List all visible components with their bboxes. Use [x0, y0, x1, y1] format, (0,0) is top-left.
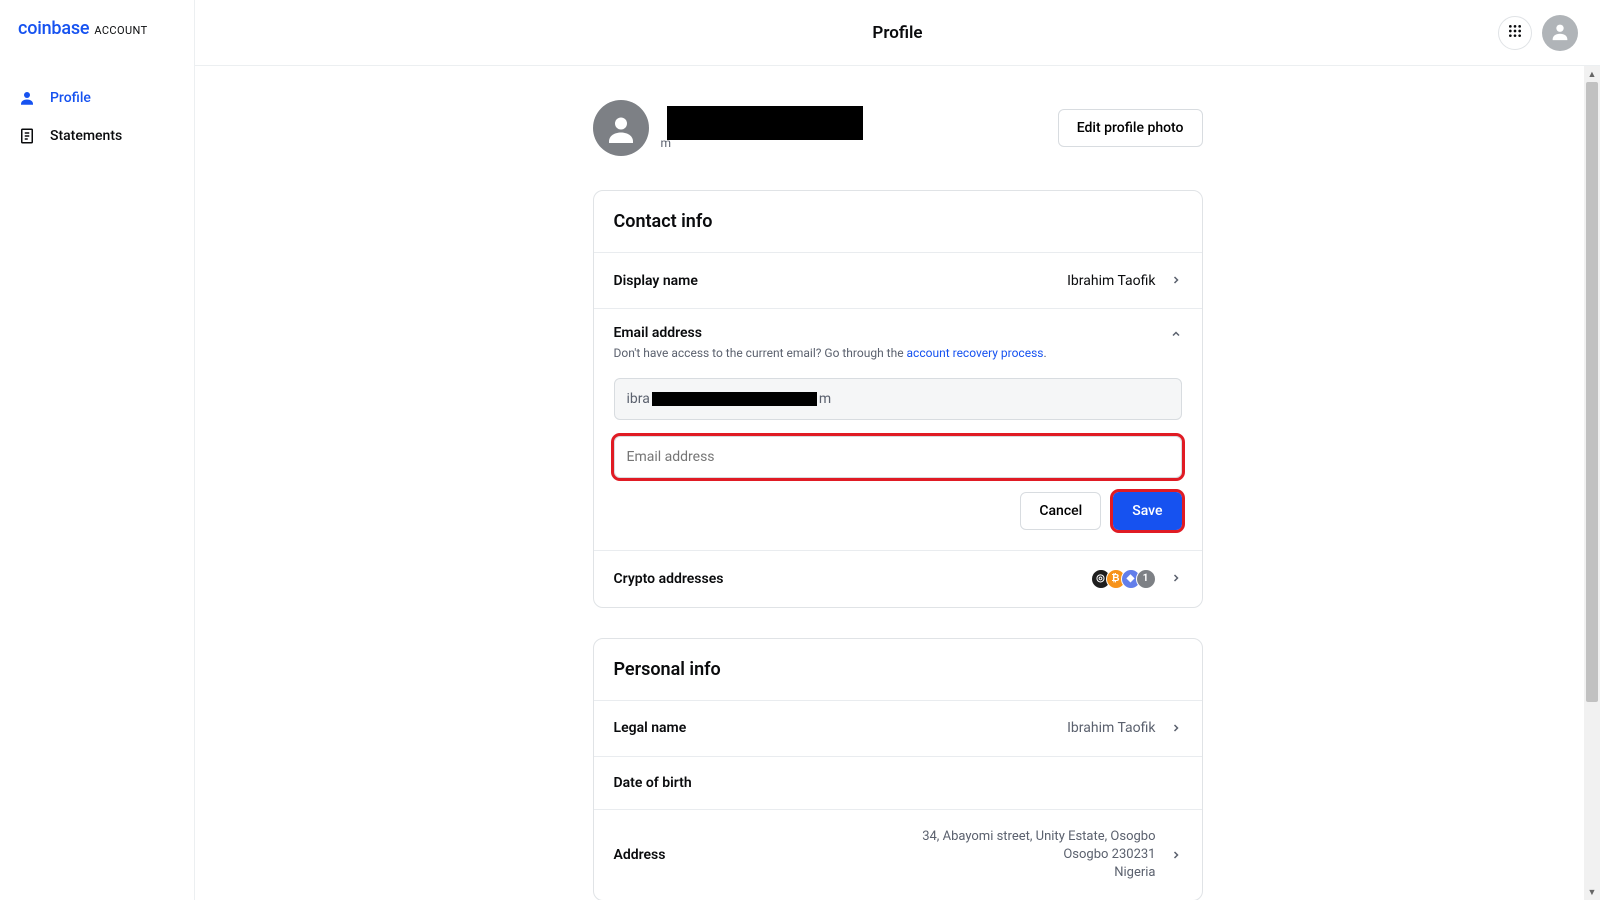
scroll-up-arrow[interactable]: ▲ [1584, 66, 1600, 82]
profile-email: m [667, 136, 863, 150]
content: m Edit profile photo Contact info Displa… [195, 66, 1600, 900]
scrollbar[interactable]: ▲ ▼ [1584, 66, 1600, 900]
sidebar: coinbase ACCOUNT Profile Statements [0, 0, 195, 900]
row-label: Crypto addresses [614, 571, 724, 587]
topbar: Profile [195, 0, 1600, 66]
redacted-email [652, 392, 817, 406]
save-button[interactable]: Save [1113, 492, 1181, 530]
row-label: Display name [614, 273, 698, 289]
email-help-text: Don't have access to the current email? … [614, 345, 1047, 362]
scroll-down-arrow[interactable]: ▼ [1584, 884, 1600, 900]
grid-icon [1507, 23, 1523, 43]
sidebar-item-label: Profile [50, 90, 91, 106]
account-recovery-link[interactable]: account recovery process [907, 346, 1044, 360]
legal-name-row[interactable]: Legal name Ibrahim Taofik [594, 700, 1202, 756]
card-title: Contact info [594, 191, 1202, 252]
brand-sub: ACCOUNT [94, 24, 147, 37]
account-menu-button[interactable] [1542, 15, 1578, 51]
page-title: Profile [872, 23, 922, 43]
chevron-right-icon [1170, 719, 1182, 738]
legal-name-value: Ibrahim Taofik [1067, 720, 1155, 736]
current-email-display: ibram [614, 378, 1182, 420]
brand: coinbase ACCOUNT [18, 18, 194, 39]
row-label: Legal name [614, 720, 687, 736]
person-icon [1549, 20, 1571, 46]
email-label: Email address [614, 325, 1047, 341]
brand-logo: coinbase [18, 18, 89, 39]
main: Profile [195, 0, 1600, 900]
chevron-right-icon [1170, 569, 1182, 588]
email-section: Email address Don't have access to the c… [594, 308, 1202, 550]
address-row[interactable]: Address 34, Abayomi street, Unity Estate… [594, 809, 1202, 900]
sidebar-item-profile[interactable]: Profile [18, 79, 194, 117]
avatar [593, 100, 649, 156]
crypto-icons: ◎ ₿ ◆ 1 [1091, 569, 1156, 589]
display-name-row[interactable]: Display name Ibrahim Taofik [594, 252, 1202, 308]
row-label: Address [614, 847, 666, 863]
new-email-input[interactable] [627, 437, 1169, 477]
chevron-up-icon[interactable] [1170, 325, 1182, 344]
cancel-button[interactable]: Cancel [1020, 492, 1101, 530]
address-value: 34, Abayomi street, Unity Estate, Osogbo… [922, 828, 1155, 883]
sidebar-item-label: Statements [50, 128, 122, 144]
row-label: Date of birth [614, 775, 692, 791]
redacted-name [667, 106, 863, 140]
scrollbar-thumb[interactable] [1586, 82, 1598, 702]
person-icon [18, 89, 36, 107]
personal-info-card: Personal info Legal name Ibrahim Taofik … [593, 638, 1203, 900]
chevron-right-icon [1170, 846, 1182, 865]
crypto-addresses-row[interactable]: Crypto addresses ◎ ₿ ◆ 1 [594, 550, 1202, 607]
profile-header: m Edit profile photo [593, 100, 1203, 156]
contact-info-card: Contact info Display name Ibrahim Taofik [593, 190, 1203, 608]
new-email-input-wrapper [614, 436, 1182, 478]
sidebar-item-statements[interactable]: Statements [18, 117, 194, 155]
edit-profile-photo-button[interactable]: Edit profile photo [1058, 109, 1203, 147]
topbar-actions [1498, 15, 1578, 51]
apps-button[interactable] [1498, 16, 1532, 50]
display-name-value: Ibrahim Taofik [1067, 273, 1155, 289]
crypto-count-badge: 1 [1136, 569, 1156, 589]
chevron-right-icon [1170, 271, 1182, 290]
card-title: Personal info [594, 639, 1202, 700]
dob-row[interactable]: Date of birth [594, 756, 1202, 809]
document-icon [18, 127, 36, 145]
